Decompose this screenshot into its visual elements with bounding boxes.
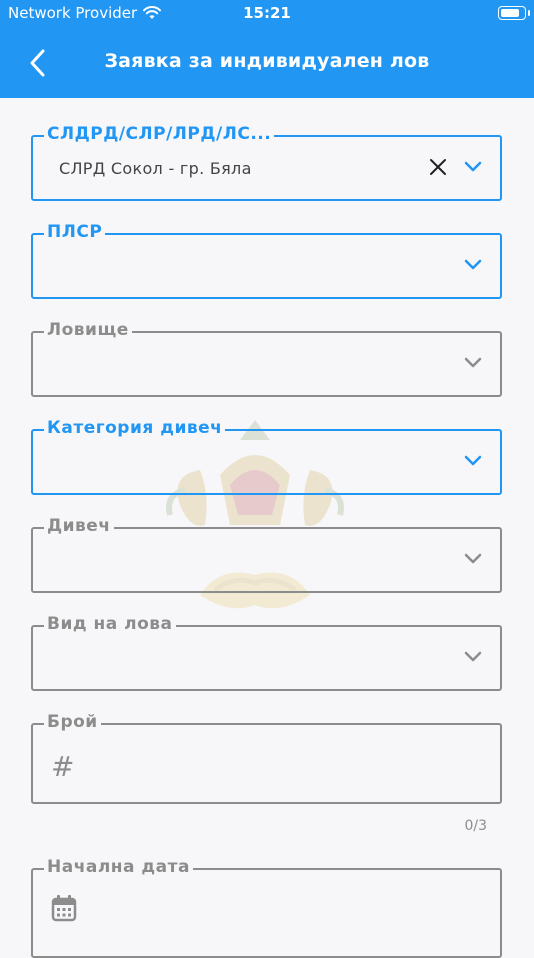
carrier-name: Network Provider: [8, 4, 138, 22]
count-input[interactable]: Брой #: [31, 712, 502, 804]
wifi-icon: [143, 6, 162, 19]
chevron-down-icon[interactable]: [464, 161, 482, 173]
plsr-label: ПЛСР: [44, 222, 106, 242]
battery-icon: [498, 6, 530, 20]
chevron-down-icon[interactable]: [464, 259, 482, 271]
calendar-icon[interactable]: [51, 894, 77, 922]
start-date-label: Начална дата: [44, 857, 193, 877]
chevron-down-icon[interactable]: [464, 455, 482, 467]
hunt-type-select[interactable]: Вид на лова: [31, 614, 502, 691]
game-select[interactable]: Дивеч: [31, 516, 502, 593]
organization-label: СЛДРД/СЛР/ЛРД/ЛС...: [44, 124, 275, 144]
hunt-type-label: Вид на лова: [44, 614, 176, 634]
game-label: Дивеч: [44, 516, 114, 536]
organization-value: СЛРД Сокол - гр. Бяла: [59, 159, 252, 178]
hunting-area-select[interactable]: Ловище: [31, 320, 502, 397]
back-arrow-icon: [30, 49, 45, 77]
app-header: Network Provider 15:21 Заявка за индивид…: [0, 0, 534, 98]
page-title: Заявка за индивидуален лов: [104, 50, 430, 72]
hunting-area-label: Ловище: [44, 320, 132, 340]
clear-icon[interactable]: [428, 157, 448, 177]
start-date-input[interactable]: Начална дата: [31, 857, 502, 958]
chevron-down-icon[interactable]: [464, 553, 482, 565]
battery-level: [501, 9, 519, 17]
chevron-down-icon[interactable]: [464, 357, 482, 369]
chevron-down-icon[interactable]: [464, 651, 482, 663]
game-category-select[interactable]: Категория дивеч: [31, 418, 502, 495]
count-char-counter: 0/3: [464, 818, 487, 834]
plsr-select[interactable]: ПЛСР: [31, 222, 502, 299]
hash-icon: #: [51, 750, 75, 783]
game-category-label: Категория дивеч: [44, 418, 226, 438]
count-label: Брой: [44, 712, 101, 732]
status-bar-carrier: Network Provider: [8, 4, 162, 22]
organization-select[interactable]: СЛДРД/СЛР/ЛРД/ЛС... СЛРД Сокол - гр. Бял…: [31, 124, 502, 201]
back-button[interactable]: [22, 46, 52, 80]
